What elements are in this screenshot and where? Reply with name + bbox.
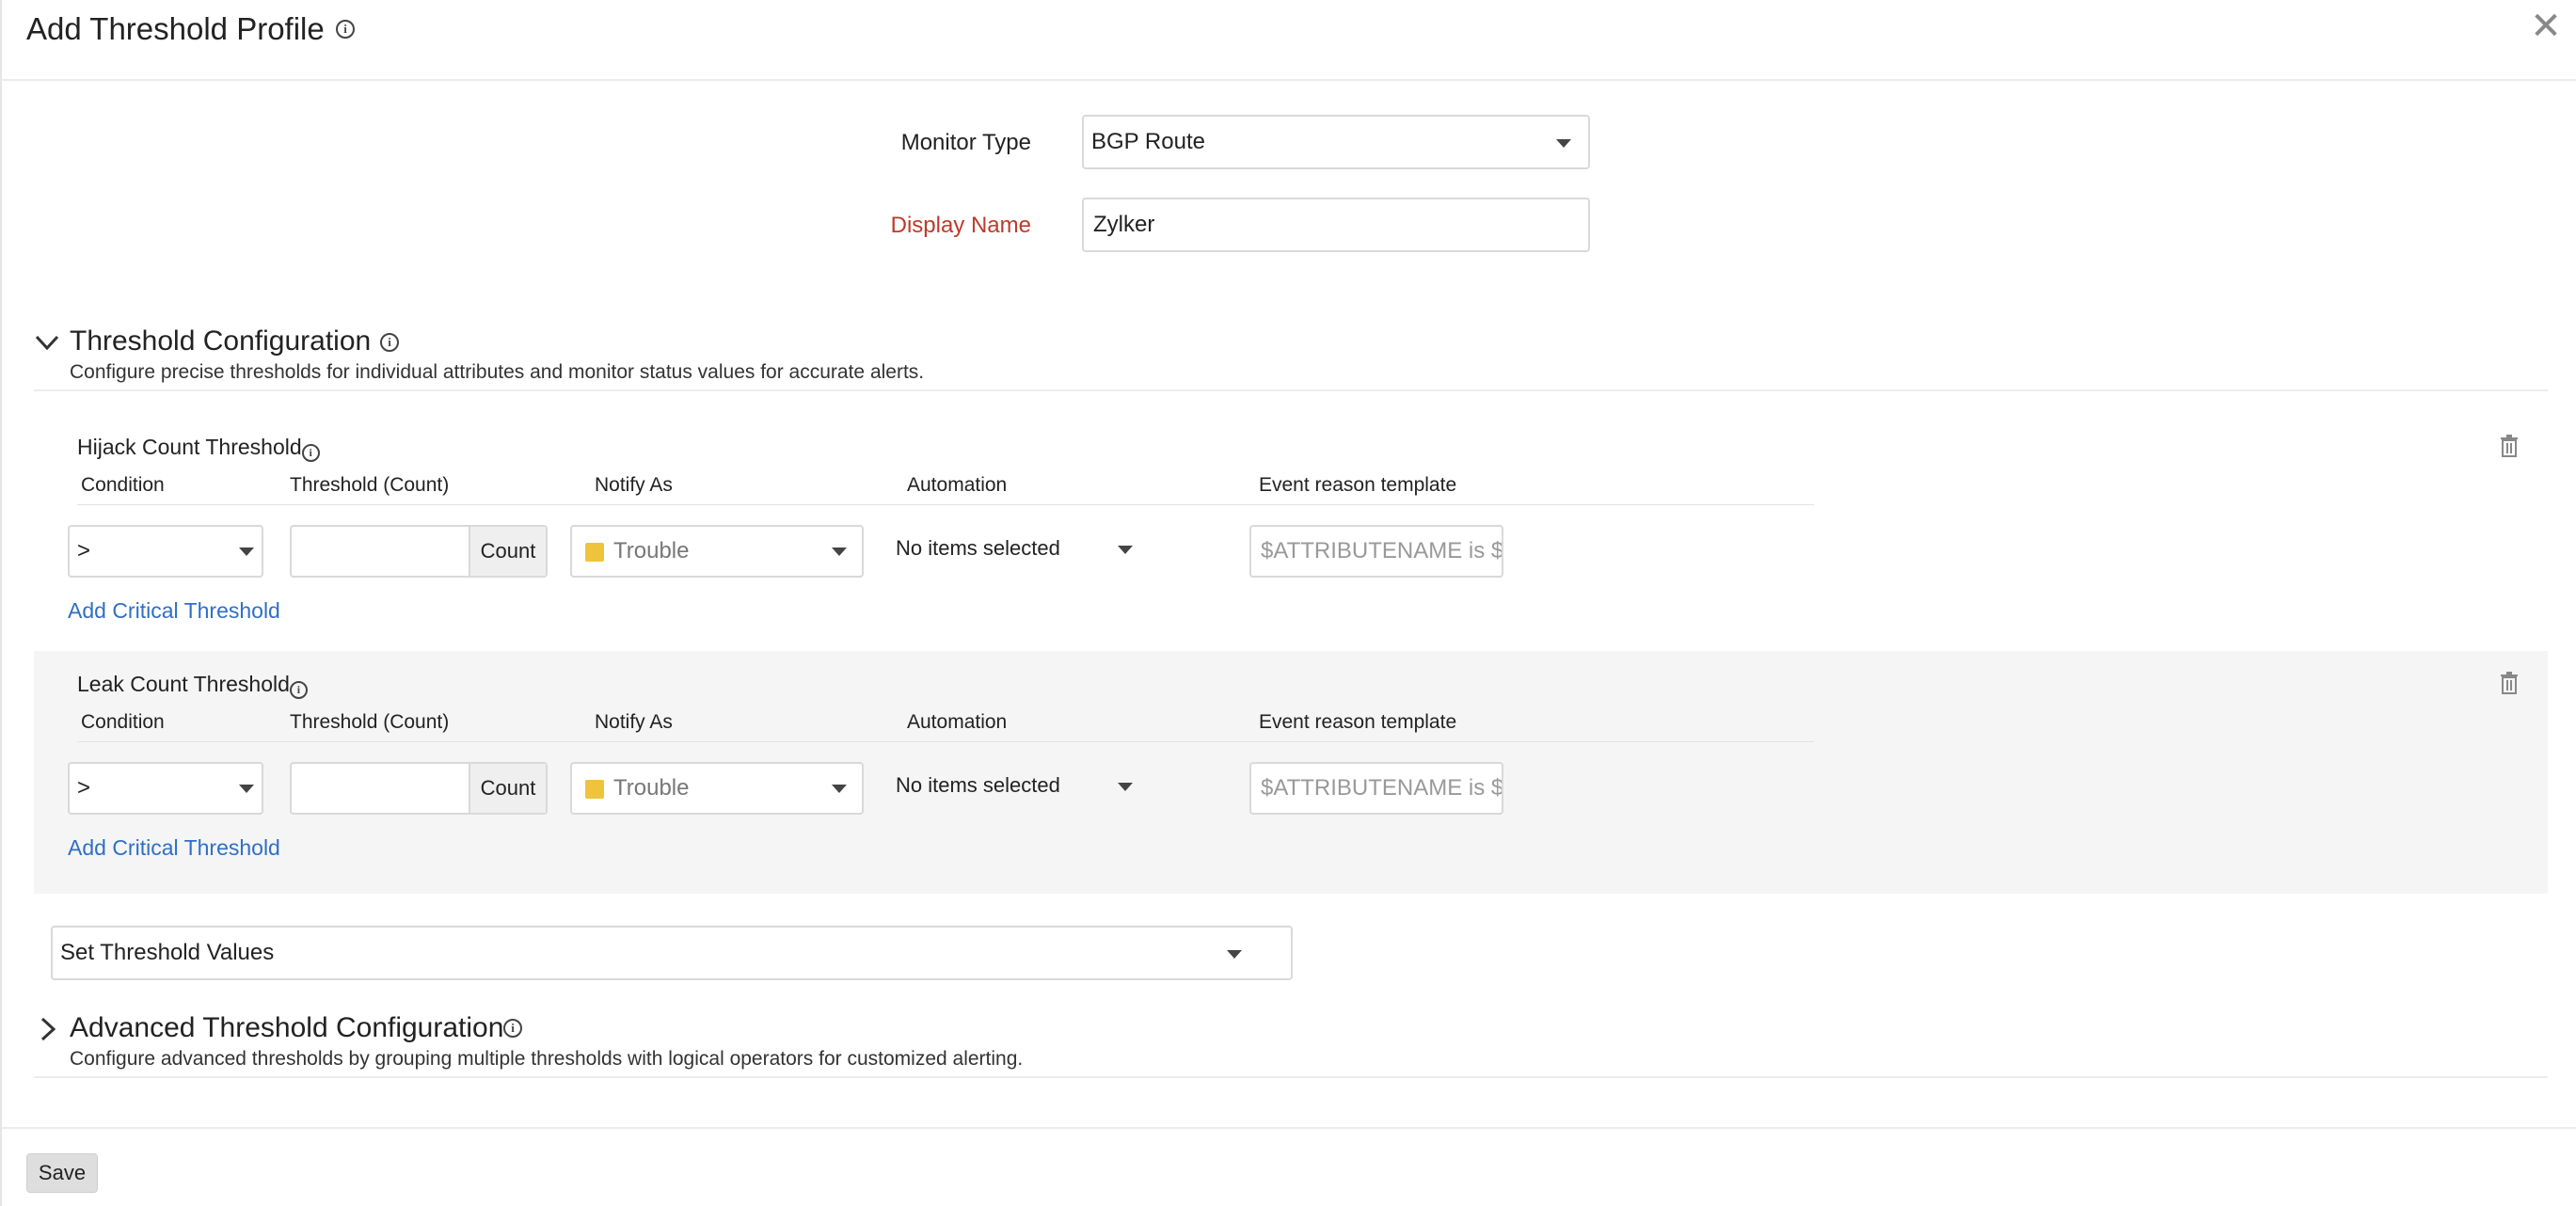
close-icon[interactable]: ✕ [2529, 8, 2563, 45]
dialog-header: Add Threshold Profile i ✕ [0, 0, 2576, 81]
notify-as-value: Trouble [613, 538, 690, 563]
advanced-config-title: Advanced Threshold Configuration [70, 1012, 504, 1043]
group-title-text: Leak Count Threshold [77, 672, 290, 696]
save-button[interactable]: Save [26, 1153, 98, 1193]
col-threshold: Threshold (Count) [290, 474, 450, 496]
condition-value: > [77, 538, 91, 563]
monitor-type-label: Monitor Type [900, 130, 1031, 155]
chevron-down-icon [239, 785, 254, 793]
info-icon[interactable]: i [380, 333, 399, 352]
chevron-down-icon[interactable] [34, 329, 60, 356]
monitor-type-value: BGP Route [1091, 129, 1205, 154]
col-condition: Condition [81, 474, 165, 496]
automation-select[interactable]: No items selected [896, 536, 1060, 561]
col-notify: Notify As [595, 711, 673, 733]
dialog-left-border [0, 0, 2, 1206]
automation-value: No items selected [896, 536, 1060, 560]
col-automation: Automation [907, 474, 1008, 496]
notify-as-value: Trouble [613, 775, 690, 801]
add-critical-threshold-link[interactable]: Add Critical Threshold [68, 598, 280, 624]
condition-select[interactable]: > [68, 762, 263, 815]
threshold-config-title: Threshold Configuration [70, 325, 372, 357]
automation-value: No items selected [896, 773, 1060, 797]
event-reason-input[interactable]: $ATTRIBUTENAME is $$ [1249, 525, 1503, 578]
info-icon[interactable]: i [503, 1019, 522, 1038]
dialog-title: Add Threshold Profile [26, 11, 325, 46]
notify-as-select[interactable]: Trouble [570, 762, 864, 815]
display-name-label: Display Name [890, 213, 1031, 238]
display-name-input[interactable]: Zylker [1082, 198, 1590, 252]
group-title: Leak Count Threshold i [77, 672, 308, 699]
chevron-right-icon[interactable] [34, 1016, 60, 1042]
trash-icon[interactable] [2499, 672, 2520, 694]
threshold-group-hijack: Hijack Count Threshold i Condition Thresh… [34, 414, 2548, 657]
footer-divider [2, 1127, 2576, 1129]
condition-select[interactable]: > [68, 525, 263, 578]
event-reason-placeholder: $ATTRIBUTENAME is $$ [1261, 775, 1503, 801]
col-condition: Condition [81, 711, 165, 733]
chevron-down-icon[interactable] [1118, 783, 1133, 791]
advanced-config-description: Configure advanced thresholds by groupin… [70, 1048, 1024, 1070]
col-threshold: Threshold (Count) [290, 711, 450, 733]
threshold-input[interactable]: Count [290, 762, 548, 815]
column-divider [77, 504, 1814, 505]
col-event: Event reason template [1259, 474, 1457, 496]
set-threshold-values-label: Set Threshold Values [60, 940, 275, 965]
group-title: Hijack Count Threshold i [77, 435, 320, 462]
col-automation: Automation [907, 711, 1008, 733]
unit-addon: Count [469, 527, 546, 576]
chevron-down-icon [832, 547, 847, 556]
event-reason-input[interactable]: $ATTRIBUTENAME is $$ [1249, 762, 1503, 815]
threshold-input[interactable]: Count [290, 525, 548, 578]
section-divider [34, 1076, 2548, 1078]
trash-icon[interactable] [2499, 435, 2520, 457]
group-title-text: Hijack Count Threshold [77, 435, 302, 459]
notify-as-select[interactable]: Trouble [570, 525, 864, 578]
chevron-down-icon[interactable] [1118, 546, 1133, 554]
column-divider [77, 741, 1814, 742]
set-threshold-values-select[interactable]: Set Threshold Values [51, 926, 1293, 980]
trouble-swatch-icon [585, 780, 604, 799]
trouble-swatch-icon [585, 543, 604, 562]
chevron-down-icon [1556, 139, 1571, 148]
section-divider [34, 389, 2548, 391]
col-notify: Notify As [595, 474, 673, 496]
add-critical-threshold-link[interactable]: Add Critical Threshold [68, 835, 280, 861]
display-name-value: Zylker [1093, 212, 1155, 237]
monitor-type-select[interactable]: BGP Route [1082, 115, 1590, 169]
info-icon[interactable]: i [301, 444, 320, 462]
col-event: Event reason template [1259, 711, 1457, 733]
threshold-group-leak: Leak Count Threshold i Condition Threshol… [34, 651, 2548, 894]
event-reason-placeholder: $ATTRIBUTENAME is $$ [1261, 538, 1503, 563]
chevron-down-icon [239, 547, 254, 556]
chevron-down-icon [832, 785, 847, 793]
chevron-down-icon [1227, 950, 1242, 959]
condition-value: > [77, 775, 91, 801]
info-icon[interactable]: i [289, 681, 308, 699]
info-icon[interactable]: i [336, 20, 355, 39]
automation-select[interactable]: No items selected [896, 773, 1060, 798]
threshold-config-description: Configure precise thresholds for individ… [70, 361, 925, 383]
unit-addon: Count [469, 764, 546, 813]
